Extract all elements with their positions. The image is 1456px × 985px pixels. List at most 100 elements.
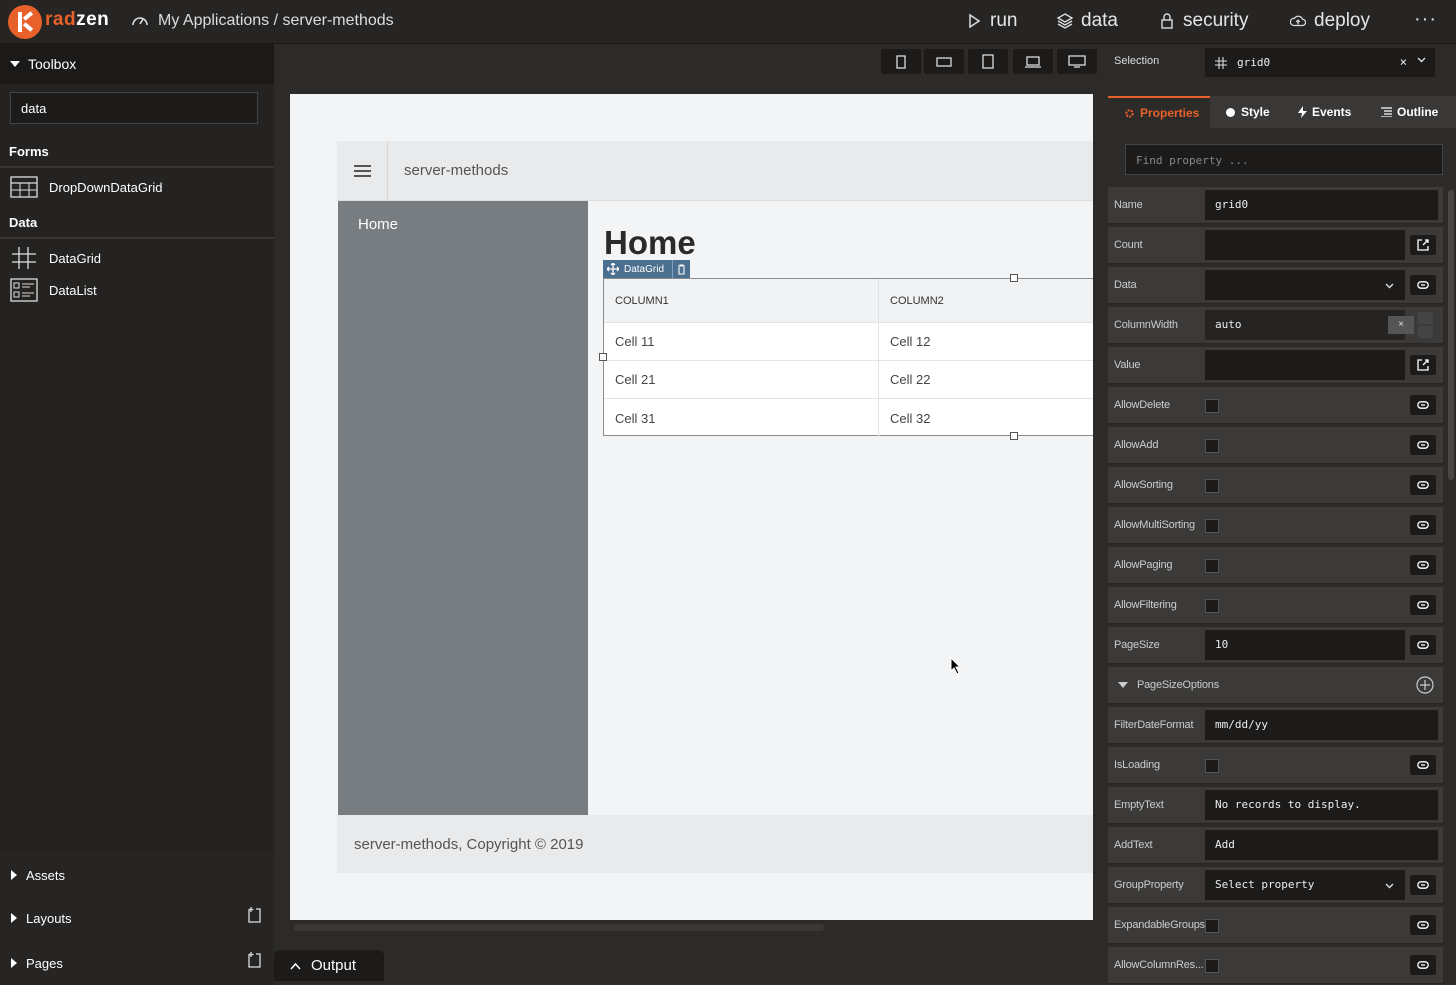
property-row: ExpandableGroups xyxy=(1108,907,1443,944)
toolbox-panel: Toolbox data Forms DropDownDataGrid Data… xyxy=(0,44,274,985)
property-checkbox[interactable] xyxy=(1205,559,1219,573)
move-icon[interactable] xyxy=(607,263,619,275)
property-input[interactable] xyxy=(1205,230,1405,260)
property-checkbox[interactable] xyxy=(1205,919,1219,933)
spinner-down-icon[interactable] xyxy=(1418,326,1433,338)
property-label: AllowFiltering xyxy=(1114,599,1177,611)
column-header[interactable]: COLUMN1 xyxy=(604,279,879,322)
selection-dropdown[interactable]: grid0 × xyxy=(1205,48,1435,77)
toolbox-header[interactable]: Toolbox xyxy=(0,44,274,84)
resize-handle[interactable] xyxy=(599,353,607,361)
table-row[interactable]: Cell 31 Cell 32 xyxy=(604,399,1093,437)
property-row: IsLoading xyxy=(1108,747,1443,784)
add-page-icon[interactable] xyxy=(246,951,262,969)
tab-style[interactable]: Style xyxy=(1225,96,1270,128)
top-bar: radzen My Applications / server-methods … xyxy=(0,0,1456,44)
link-icon[interactable] xyxy=(1410,475,1436,495)
link-icon[interactable] xyxy=(1410,595,1436,615)
property-row: PageSize 10 xyxy=(1108,627,1443,664)
component-tag[interactable]: DataGrid xyxy=(603,260,691,278)
toolbox-item-dropdowndatagrid[interactable]: DropDownDataGrid xyxy=(10,175,162,199)
page-heading[interactable]: Home xyxy=(604,224,696,262)
deploy-button[interactable]: deploy xyxy=(1290,10,1370,32)
table-cell: Cell 11 xyxy=(604,323,879,360)
resize-handle[interactable] xyxy=(1010,432,1018,440)
caret-right-icon xyxy=(11,870,17,880)
property-input[interactable] xyxy=(1205,350,1405,380)
tab-properties[interactable]: Properties xyxy=(1108,96,1210,128)
link-icon[interactable] xyxy=(1410,635,1436,655)
link-icon[interactable] xyxy=(1410,275,1436,295)
radzen-logo[interactable] xyxy=(8,5,42,39)
sidebar-item-home[interactable]: Home xyxy=(358,216,398,233)
tab-events[interactable]: Events xyxy=(1298,96,1351,128)
link-icon[interactable] xyxy=(1410,915,1436,935)
property-checkbox[interactable] xyxy=(1205,759,1219,773)
section-forms: Forms xyxy=(0,142,274,168)
link-icon[interactable] xyxy=(1410,755,1436,775)
edit-icon[interactable] xyxy=(1410,355,1436,375)
clear-icon[interactable]: × xyxy=(1388,316,1414,334)
properties-panel: Selection grid0 × Properties Style Event… xyxy=(1108,44,1456,984)
brand-name: radzen xyxy=(45,9,110,30)
property-label: IsLoading xyxy=(1114,759,1160,771)
device-phone-icon[interactable] xyxy=(881,49,921,74)
spinner-up-icon[interactable] xyxy=(1418,312,1433,324)
edit-icon[interactable] xyxy=(1410,235,1436,255)
property-checkbox[interactable] xyxy=(1205,479,1219,493)
data-button[interactable]: data xyxy=(1057,10,1118,32)
delete-icon[interactable] xyxy=(672,260,690,278)
section-assets[interactable]: Assets xyxy=(0,853,274,897)
vertical-scrollbar[interactable] xyxy=(1448,190,1454,480)
property-input[interactable]: auto xyxy=(1205,310,1405,340)
dashboard-icon[interactable] xyxy=(131,12,149,30)
section-layouts[interactable]: Layouts xyxy=(0,896,274,940)
column-header[interactable]: COLUMN2 xyxy=(879,279,1093,322)
property-input[interactable]: mm/dd/yy xyxy=(1205,710,1438,740)
property-checkbox[interactable] xyxy=(1205,439,1219,453)
device-tablet-icon[interactable] xyxy=(968,49,1008,74)
property-input[interactable]: grid0 xyxy=(1205,190,1438,220)
hamburger-menu-icon[interactable] xyxy=(337,141,388,201)
device-laptop-icon[interactable] xyxy=(1013,49,1053,74)
section-pages[interactable]: Pages xyxy=(0,941,274,985)
property-select[interactable]: Select property xyxy=(1205,870,1405,900)
find-property-input[interactable]: Find property ... xyxy=(1125,144,1443,175)
security-button[interactable]: security xyxy=(1159,10,1248,32)
toolbox-item-datalist[interactable]: DataList xyxy=(10,278,97,302)
link-icon[interactable] xyxy=(1410,395,1436,415)
toolbox-search-input[interactable]: data xyxy=(10,92,258,124)
link-icon[interactable] xyxy=(1410,515,1436,535)
property-select[interactable] xyxy=(1205,270,1405,300)
link-icon[interactable] xyxy=(1410,955,1436,975)
table-row[interactable]: Cell 11 Cell 12 xyxy=(604,323,1093,361)
datagrid[interactable]: COLUMN1 COLUMN2 Cell 11 Cell 12 Cell 21 … xyxy=(603,278,1093,437)
add-layout-icon[interactable] xyxy=(246,906,262,924)
breadcrumb[interactable]: My Applications / server-methods xyxy=(158,12,394,30)
more-menu-icon[interactable]: ··· xyxy=(1414,8,1437,31)
resize-handle[interactable] xyxy=(1010,274,1018,282)
caret-down-icon[interactable] xyxy=(1118,682,1128,689)
horizontal-scrollbar[interactable] xyxy=(294,924,824,931)
tab-outline[interactable]: Outline xyxy=(1381,96,1438,128)
device-phone-landscape-icon[interactable] xyxy=(924,49,964,74)
link-icon[interactable] xyxy=(1410,555,1436,575)
property-input[interactable]: No records to display. xyxy=(1205,790,1438,820)
table-row[interactable]: Cell 21 Cell 22 xyxy=(604,361,1093,399)
device-desktop-icon[interactable] xyxy=(1057,49,1097,74)
run-button[interactable]: run xyxy=(966,10,1017,32)
property-checkbox[interactable] xyxy=(1205,519,1219,533)
layers-icon xyxy=(1057,13,1073,29)
property-input[interactable]: Add xyxy=(1205,830,1438,860)
link-icon[interactable] xyxy=(1410,875,1436,895)
add-circle-icon[interactable] xyxy=(1416,676,1434,694)
property-checkbox[interactable] xyxy=(1205,399,1219,413)
output-panel-toggle[interactable]: Output xyxy=(274,950,384,981)
toolbox-item-datagrid[interactable]: DataGrid xyxy=(10,246,101,270)
property-checkbox[interactable] xyxy=(1205,959,1219,973)
clear-selection-icon[interactable]: × xyxy=(1400,55,1407,69)
page-preview[interactable]: server-methods Home Home DataGrid COLUMN… xyxy=(290,94,1093,920)
link-icon[interactable] xyxy=(1410,435,1436,455)
property-checkbox[interactable] xyxy=(1205,599,1219,613)
property-input[interactable]: 10 xyxy=(1205,630,1405,660)
